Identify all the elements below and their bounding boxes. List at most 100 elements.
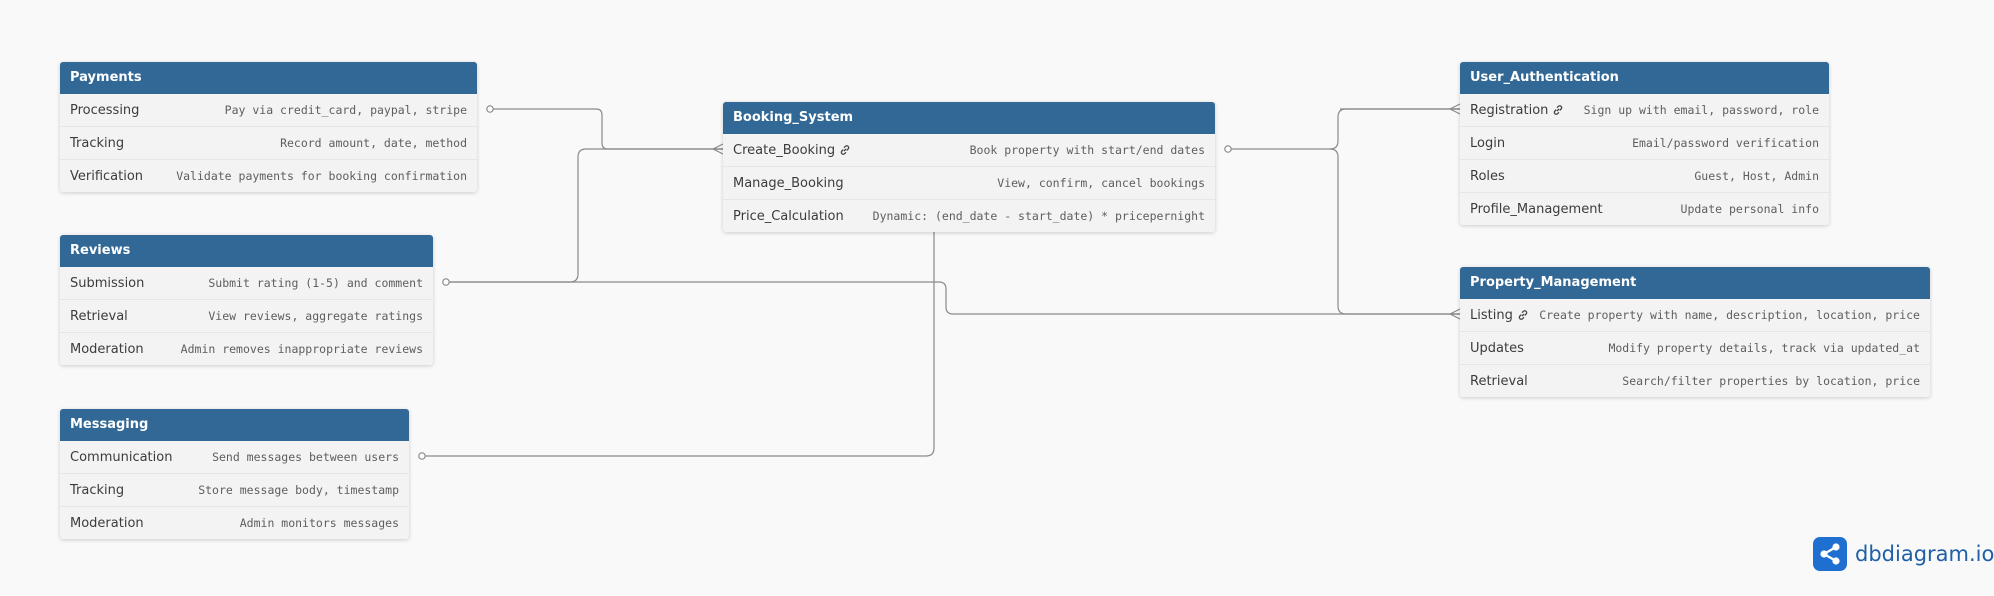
table-header[interactable]: Booking_System: [723, 102, 1215, 134]
field-description: Store message body, timestamp: [198, 483, 399, 497]
table-row[interactable]: Roles Guest, Host, Admin: [1460, 160, 1829, 193]
field-name: Listing: [1470, 308, 1529, 323]
field-description: Record amount, date, method: [280, 136, 467, 150]
field-description: Sign up with email, password, role: [1583, 103, 1819, 117]
field-name: Verification: [70, 169, 143, 184]
field-name: Processing: [70, 103, 139, 118]
field-name-text: Moderation: [70, 515, 144, 531]
field-name-text: Tracking: [70, 482, 125, 498]
field-name-text: Submission: [70, 275, 145, 291]
field-name-text: Roles: [1470, 168, 1505, 184]
table-row[interactable]: Moderation Admin removes inappropriate re…: [60, 333, 433, 365]
field-name: Submission: [70, 276, 144, 291]
table-row[interactable]: Verification Validate payments for bookin…: [60, 160, 477, 192]
table-row[interactable]: Updates Modify property details, track vi…: [1460, 332, 1930, 365]
field-name: Moderation: [70, 516, 144, 531]
field-name: Roles: [1470, 169, 1505, 184]
relationship-many-marker: [712, 143, 724, 155]
table-booking-system[interactable]: Booking_System Create_Booking Book propert…: [723, 102, 1215, 232]
table-row[interactable]: Tracking Store message body, timestamp: [60, 474, 409, 507]
table-row[interactable]: Manage_Booking View, confirm, cancel book…: [723, 167, 1215, 200]
brand-text: dbdiagram.io: [1855, 542, 1994, 566]
relationship-one-marker: [486, 105, 494, 113]
link-icon: [1554, 105, 1563, 115]
field-name-text: Retrieval: [70, 308, 128, 324]
field-description: Submit rating (1-5) and comment: [208, 276, 423, 290]
field-description: Book property with start/end dates: [969, 143, 1205, 157]
field-description: Update personal info: [1680, 202, 1819, 216]
table-row[interactable]: Registration Sign up with email, password…: [1460, 94, 1829, 127]
table-row[interactable]: Retrieval View reviews, aggregate ratings: [60, 300, 433, 333]
field-name-text: Updates: [1470, 340, 1524, 356]
table-row[interactable]: Communication Send messages between users: [60, 441, 409, 474]
link-icon: [1518, 310, 1528, 320]
field-name-text: Retrieval: [1470, 373, 1528, 389]
table-header[interactable]: Messaging: [60, 409, 409, 441]
table-reviews[interactable]: Reviews Submission Submit rating (1-5) and…: [60, 235, 433, 365]
table-header[interactable]: Payments: [60, 62, 477, 94]
table-row[interactable]: Moderation Admin monitors messages: [60, 507, 409, 539]
field-name-text: Tracking: [70, 135, 125, 151]
table-row[interactable]: Create_Booking Book property with start/e…: [723, 134, 1215, 167]
field-name: Profile_Management: [1470, 202, 1603, 217]
table-row[interactable]: Processing Pay via credit_card, paypal, s…: [60, 94, 477, 127]
field-name-text: Verification: [70, 168, 144, 184]
reviews-to-property-line[interactable]: [446, 281, 1460, 315]
field-description: Search/filter properties by location, pr…: [1622, 374, 1920, 388]
field-name: Communication: [70, 450, 172, 465]
table-messaging[interactable]: Messaging Communication Send messages betw…: [60, 409, 409, 539]
diagram-canvas[interactable]: Payments Processing Pay via credit_card, p…: [0, 0, 1994, 596]
table-header[interactable]: Reviews: [60, 235, 433, 267]
field-name-text: Price_Calculation: [733, 208, 844, 224]
table-header[interactable]: Property_Management: [1460, 267, 1930, 299]
field-name-text: Registration: [1470, 102, 1549, 118]
table-payments[interactable]: Payments Processing Pay via credit_card, p…: [60, 62, 477, 192]
table-row[interactable]: Tracking Record amount, date, method: [60, 127, 477, 160]
field-description: View, confirm, cancel bookings: [997, 176, 1205, 190]
reviews-to-booking-line[interactable]: [446, 148, 723, 283]
field-description: Email/password verification: [1632, 136, 1819, 150]
booking-to-property-line[interactable]: [1329, 148, 1460, 315]
payments-to-booking-line[interactable]: [490, 108, 723, 150]
table-property-management[interactable]: Property_Management Listing Create propert…: [1460, 267, 1930, 397]
field-name-text: Profile_Management: [1470, 201, 1603, 217]
field-description: Modify property details, track via updat…: [1608, 341, 1920, 355]
field-name: Tracking: [70, 483, 124, 498]
field-name: Manage_Booking: [733, 176, 844, 191]
field-name: Registration: [1470, 103, 1564, 118]
field-description: Guest, Host, Admin: [1694, 169, 1819, 183]
field-name: Retrieval: [70, 309, 128, 324]
relationship-many-marker: [1449, 308, 1461, 320]
table-row[interactable]: Listing Create property with name, descri…: [1460, 299, 1930, 332]
field-name-text: Login: [1470, 135, 1506, 151]
field-description: Create property with name, description, …: [1539, 308, 1920, 322]
relationship-one-marker: [1224, 145, 1232, 153]
booking-to-user-line[interactable]: [1228, 108, 1460, 150]
field-description: Dynamic: (end_date - start_date) * price…: [872, 209, 1205, 223]
brand-logo[interactable]: dbdiagram.io: [1813, 537, 1994, 571]
field-name-text: Processing: [70, 102, 140, 118]
field-name-text: Manage_Booking: [733, 175, 844, 191]
field-name-text: Moderation: [70, 341, 144, 357]
field-description: Send messages between users: [212, 450, 399, 464]
field-description: Admin removes inappropriate reviews: [180, 342, 423, 356]
table-row[interactable]: Price_Calculation Dynamic: (end_date - st…: [723, 200, 1215, 232]
table-user-authentication[interactable]: User_Authentication Registration Sign up w…: [1460, 62, 1829, 225]
field-description: Validate payments for booking confirmati…: [176, 169, 467, 183]
table-row[interactable]: Submission Submit rating (1-5) and commen…: [60, 267, 433, 300]
field-name-text: Create_Booking: [733, 142, 836, 158]
table-header[interactable]: User_Authentication: [1460, 62, 1829, 94]
table-row[interactable]: Profile_Management Update personal info: [1460, 193, 1829, 225]
relationship-one-marker: [442, 278, 450, 286]
field-name-text: Communication: [70, 449, 173, 465]
field-name: Moderation: [70, 342, 144, 357]
table-row[interactable]: Login Email/password verification: [1460, 127, 1829, 160]
field-name: Tracking: [70, 136, 124, 151]
field-name: Retrieval: [1470, 374, 1528, 389]
share-nodes-icon: [1813, 537, 1847, 571]
field-name: Updates: [1470, 341, 1524, 356]
messaging-to-user-line[interactable]: [422, 230, 935, 457]
table-row[interactable]: Retrieval Search/filter properties by loc…: [1460, 365, 1930, 397]
link-icon: [840, 145, 850, 155]
field-name-text: Listing: [1470, 307, 1513, 323]
